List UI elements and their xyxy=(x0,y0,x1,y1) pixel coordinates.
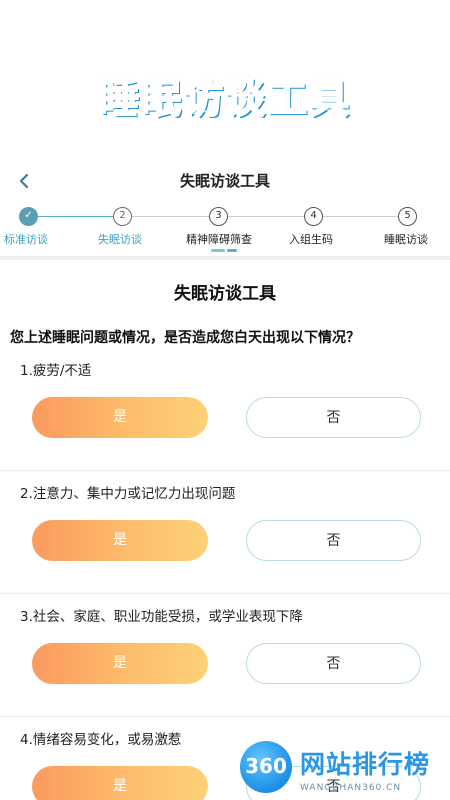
item-3-yes-button[interactable]: 是 xyxy=(32,643,208,684)
item-divider xyxy=(0,593,450,594)
question-item-3: 3.社会、家庭、职业功能受损，或学业表现下降 是 否 xyxy=(0,605,450,705)
app-banner: 睡眠访谈工具 xyxy=(0,0,450,150)
item-4-label: 4.情绪容易变化，或易激惹 xyxy=(20,732,182,748)
step-3-circle[interactable]: 3 xyxy=(209,207,228,226)
page-title: 失眠访谈工具 xyxy=(179,172,270,190)
step-5-circle[interactable]: 5 xyxy=(398,207,417,226)
step-connector-1 xyxy=(38,216,113,217)
item-divider xyxy=(0,716,450,717)
section-divider xyxy=(0,256,450,260)
step-5-label: 睡眠访谈 xyxy=(384,233,428,246)
step-1-label: 标准访谈 xyxy=(4,233,48,246)
step-progress: ✓ 2 3 4 5 标准访谈 失眠访谈 精神障碍筛查 入组生码 睡眠访谈 xyxy=(0,200,450,256)
step-connector-2 xyxy=(132,216,209,217)
step-connector-3 xyxy=(228,216,304,217)
question-item-2: 2.注意力、集中力或记忆力出现问题 是 否 xyxy=(0,482,450,582)
step-2-label: 失眠访谈 xyxy=(98,233,142,246)
watermark-logo-icon: 360 xyxy=(240,741,292,793)
item-2-yes-button[interactable]: 是 xyxy=(32,520,208,561)
watermark-text: 网站排行榜 xyxy=(300,750,431,779)
item-divider xyxy=(0,470,450,471)
item-1-label: 1.疲劳/不适 xyxy=(20,363,92,379)
step-1-check-icon[interactable]: ✓ xyxy=(19,207,38,226)
item-4-yes-button[interactable]: 是 xyxy=(32,766,208,800)
question-item-1: 1.疲劳/不适 是 否 xyxy=(0,359,450,459)
form-question: 您上述睡眠问题或情况，是否造成您白天出现以下情况？ xyxy=(10,330,360,346)
step-3-label: 精神障碍筛查 xyxy=(186,233,252,246)
item-3-no-button[interactable]: 否 xyxy=(246,643,421,684)
item-3-label: 3.社会、家庭、职业功能受损，或学业表现下降 xyxy=(20,609,303,625)
step-connector-4 xyxy=(322,216,398,217)
item-2-no-button[interactable]: 否 xyxy=(246,520,421,561)
step-4-label: 入组生码 xyxy=(289,233,333,246)
step-4-circle[interactable]: 4 xyxy=(304,207,323,226)
item-1-no-button[interactable]: 否 xyxy=(246,397,421,438)
banner-title: 睡眠访谈工具 xyxy=(98,75,351,123)
active-step-indicator xyxy=(211,249,239,252)
form-title: 失眠访谈工具 xyxy=(174,284,276,304)
item-2-label: 2.注意力、集中力或记忆力出现问题 xyxy=(20,486,236,502)
watermark-url: WANGZHAN360.CN xyxy=(300,783,402,793)
watermark: 360 网站排行榜 WANGZHAN360.CN xyxy=(238,741,450,800)
navigation-bar: 失眠访谈工具 xyxy=(0,162,450,198)
item-1-yes-button[interactable]: 是 xyxy=(32,397,208,438)
step-2-circle[interactable]: 2 xyxy=(113,207,132,226)
